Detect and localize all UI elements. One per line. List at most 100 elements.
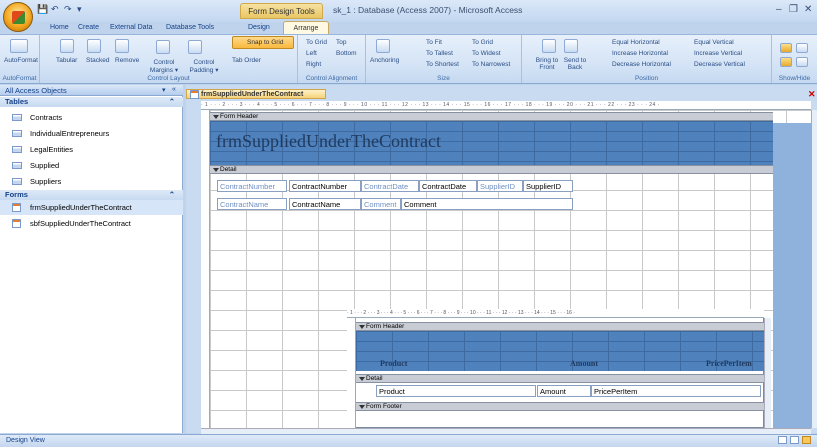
tab-create[interactable]: Create [78, 22, 99, 34]
tab-database-tools[interactable]: Database Tools [166, 22, 214, 34]
qat-customize-icon[interactable]: ▾ [77, 4, 82, 15]
nav-item-contracts[interactable]: Contracts [0, 110, 183, 125]
product-header-label[interactable]: Product [380, 359, 407, 368]
send-to-back-button[interactable]: Send to Back [562, 57, 588, 71]
autoformat-button[interactable]: AutoFormat [4, 57, 38, 64]
nav-item-label: Contracts [30, 113, 63, 122]
vertical-scrollbar[interactable] [811, 110, 817, 428]
snap-to-grid-button[interactable]: Snap to Grid [232, 36, 294, 49]
bring-to-front-button[interactable]: Bring to Front [534, 57, 560, 71]
group-label: AutoFormat [2, 75, 37, 82]
subform-footer-bar[interactable]: Form Footer [356, 402, 764, 411]
stacked-icon [87, 39, 101, 53]
align-to-grid-button[interactable]: To Grid [306, 39, 327, 46]
contract-number-field[interactable]: ContractNumber [289, 180, 361, 192]
subform-header-section[interactable] [356, 331, 764, 371]
tab-order-button[interactable]: Tab Order [232, 57, 261, 64]
group-autoformat: AutoFormat AutoFormat [0, 35, 40, 83]
increase-vertical-button[interactable]: Increase Vertical [694, 50, 742, 57]
contract-name-field[interactable]: ContractName [289, 198, 361, 210]
align-bottom-button[interactable]: Bottom [336, 50, 357, 57]
tab-arrange[interactable]: Arrange [283, 21, 329, 35]
form-view-icon[interactable] [778, 436, 787, 444]
equal-vertical-button[interactable]: Equal Vertical [694, 39, 734, 46]
nav-item-sbf-supplied[interactable]: sbfSuppliedUnderTheContract [0, 216, 183, 231]
remove-button[interactable]: Remove [115, 57, 139, 64]
contract-number-label[interactable]: ContractNumber [217, 180, 287, 192]
supplier-id-label[interactable]: SupplierID [477, 180, 523, 192]
office-logo-icon [12, 11, 25, 24]
to-widest-button[interactable]: To Widest [472, 50, 501, 57]
nav-item-label: IndividualEntrepreneurs [30, 129, 110, 138]
decrease-horizontal-button[interactable]: Decrease Horizontal [612, 61, 671, 68]
control-margins-icon [156, 40, 170, 54]
price-per-item-field[interactable]: PricePerItem [591, 385, 761, 397]
subform-header-bar[interactable]: Form Header [356, 322, 764, 331]
nav-item-supplied[interactable]: Supplied [0, 158, 183, 173]
nav-header[interactable]: All Access Objects [0, 85, 183, 96]
align-left-button[interactable]: Left [306, 50, 317, 57]
decrease-vertical-button[interactable]: Decrease Vertical [694, 61, 745, 68]
tab-design[interactable]: Design [248, 22, 270, 34]
price-per-item-header-label[interactable]: PricePerItem [706, 359, 752, 368]
subform-detail-bar[interactable]: Detail [356, 374, 764, 383]
nav-section-tables[interactable]: Tables ⌃ [0, 97, 183, 107]
group-label: Position [634, 75, 659, 82]
nav-section-forms[interactable]: Forms ⌃ [0, 190, 183, 200]
align-right-button[interactable]: Right [306, 61, 321, 68]
subform-scrollbar[interactable] [764, 318, 771, 428]
to-tallest-button[interactable]: To Tallest [426, 50, 453, 57]
tab-home[interactable]: Home [50, 22, 69, 34]
product-field[interactable]: Product [376, 385, 536, 397]
nav-dropdown-icon[interactable]: ▾ [162, 86, 166, 94]
redo-icon[interactable]: ↷ [64, 4, 72, 15]
align-top-button[interactable]: Top [336, 39, 346, 46]
save-icon[interactable]: 💾 [37, 4, 48, 15]
size-to-grid-button[interactable]: To Grid [472, 39, 493, 46]
size-to-fit-button[interactable]: To Fit [426, 39, 442, 46]
restore-button[interactable]: ❐ [789, 4, 798, 15]
tab-external-data[interactable]: External Data [110, 22, 152, 34]
close-document-icon[interactable]: ✕ [808, 89, 816, 100]
equal-horizontal-button[interactable]: Equal Horizontal [612, 39, 660, 46]
to-shortest-button[interactable]: To Shortest [426, 61, 459, 68]
office-button[interactable] [3, 2, 33, 32]
control-padding-button[interactable]: Control Padding ▾ [184, 59, 224, 74]
group-label: Show/Hide [778, 75, 811, 82]
nav-collapse-icon[interactable]: « [172, 86, 176, 93]
detail-bar[interactable]: Detail [210, 165, 773, 174]
form-header-icon[interactable] [796, 57, 808, 67]
comment-label[interactable]: Comment [361, 198, 401, 210]
supplier-id-field[interactable]: SupplierID [523, 180, 573, 192]
contract-name-label[interactable]: ContractName [217, 198, 287, 210]
vertical-ruler[interactable] [201, 110, 210, 432]
control-margins-button[interactable]: Control Margins ▾ [144, 59, 184, 74]
minimize-button[interactable]: – [776, 4, 782, 15]
nav-item-frm-supplied[interactable]: frmSuppliedUnderTheContract [0, 200, 183, 215]
nav-item-suppliers[interactable]: Suppliers [0, 174, 183, 189]
document-tab[interactable]: frmSuppliedUnderTheContract [186, 89, 326, 99]
grid-icon[interactable] [796, 43, 808, 53]
control-padding-icon [188, 40, 202, 54]
anchoring-button[interactable]: Anchoring [370, 57, 399, 64]
increase-horizontal-button[interactable]: Increase Horizontal [612, 50, 668, 57]
design-view-icon[interactable] [802, 436, 811, 444]
stacked-button[interactable]: Stacked [86, 57, 110, 64]
form-title-label[interactable]: frmSuppliedUnderTheContract [216, 131, 441, 152]
layout-view-icon[interactable] [790, 436, 799, 444]
nav-item-legal-entities[interactable]: LegalEntities [0, 142, 183, 157]
page-header-icon[interactable] [780, 57, 792, 67]
horizontal-ruler[interactable]: · 1 · · · 2 · · · 3 · · · 4 · · · 5 · · … [201, 101, 811, 110]
nav-item-individual-entrepreneurs[interactable]: IndividualEntrepreneurs [0, 126, 183, 141]
contract-date-label[interactable]: ContractDate [361, 180, 419, 192]
amount-header-label[interactable]: Amount [570, 359, 598, 368]
to-narrowest-button[interactable]: To Narrowest [472, 61, 510, 68]
contract-date-field[interactable]: ContractDate [419, 180, 477, 192]
ruler-icon[interactable] [780, 43, 792, 53]
tabular-button[interactable]: Tabular [56, 57, 77, 64]
form-header-bar[interactable]: Form Header [210, 112, 773, 121]
amount-field[interactable]: Amount [537, 385, 591, 397]
close-button[interactable]: ✕ [804, 4, 812, 15]
comment-field[interactable]: Comment [401, 198, 573, 210]
undo-icon[interactable]: ↶ [51, 4, 59, 15]
